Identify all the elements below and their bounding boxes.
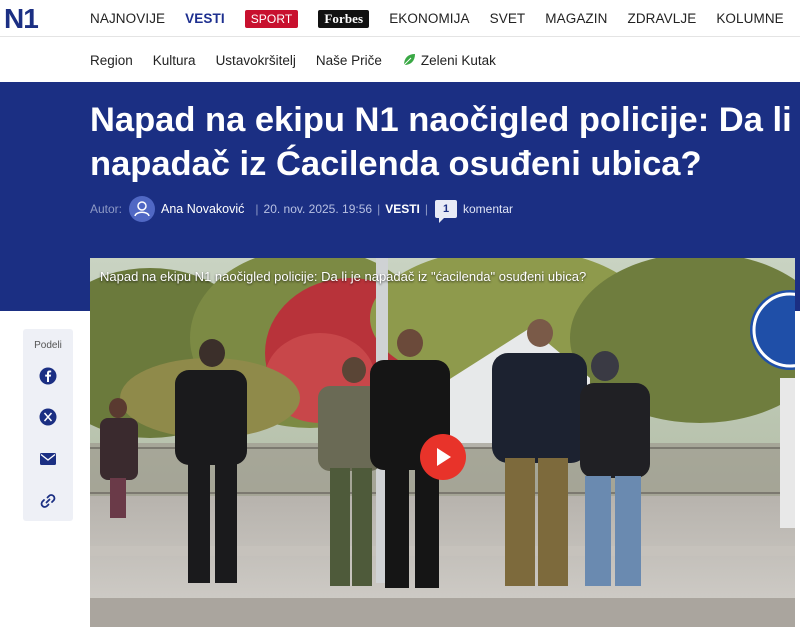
comment-count-icon: 1 (435, 200, 457, 223)
meta-divider: | (424, 202, 428, 216)
share-facebook-button[interactable] (36, 364, 60, 388)
article-meta: Autor: Ana Novaković | 20. nov. 2025. 19… (90, 194, 513, 224)
article-title-line-1: Napad na ekipu N1 naočigled policije: Da… (90, 101, 800, 139)
subnav-region[interactable]: Region (90, 53, 133, 68)
n1-logo[interactable]: N1 (4, 5, 48, 30)
top-navigation: N1 NAJNOVIJE VESTI SPORT Forbes EKONOMIJ… (0, 0, 800, 37)
author-avatar[interactable] (129, 196, 156, 222)
sub-navigation: Region Kultura Ustavokršitelj Naše Priče… (0, 38, 800, 82)
comments-link[interactable]: 1 komentar (435, 200, 514, 223)
menu-vesti[interactable]: VESTI (185, 11, 225, 26)
author-label: Autor: (90, 202, 123, 216)
leaf-icon (403, 54, 415, 66)
publish-date: 20. nov. 2025. 19:56 (263, 202, 373, 216)
author-name[interactable]: Ana Novaković (161, 202, 244, 216)
share-x-button[interactable] (36, 405, 60, 429)
share-label: Podeli (34, 340, 62, 351)
user-icon (134, 201, 150, 217)
mail-icon (40, 453, 56, 465)
subnav-zeleni-kutak-label: Zeleni Kutak (420, 52, 496, 68)
menu-najnovije[interactable]: NAJNOVIJE (90, 11, 165, 26)
menu-magazin[interactable]: MAGAZIN (545, 11, 607, 26)
x-icon (39, 408, 57, 426)
menu-ekonomija[interactable]: EKONOMIJA (389, 11, 469, 26)
menu-forbes[interactable]: Forbes (318, 9, 370, 28)
play-button[interactable] (420, 434, 466, 480)
menu-svet[interactable]: SVET (490, 11, 526, 26)
link-icon (40, 494, 56, 508)
subnav-ustavokrsitelj[interactable]: Ustavokršitelj (216, 53, 296, 68)
menu-kolumne[interactable]: KOLUMNE (716, 11, 783, 26)
article-title-line-2: napadač iz Ćacilenda osuđeni ubica? (90, 145, 702, 183)
logo-text: N1 (4, 5, 38, 30)
video-player[interactable]: Napad na ekipu N1 naočigled policije: Da… (90, 258, 795, 627)
copy-link-button[interactable] (36, 489, 60, 513)
meta-divider: | (377, 202, 381, 216)
facebook-icon (39, 367, 57, 385)
share-email-button[interactable] (36, 447, 60, 471)
article-title: Napad na ekipu N1 naočigled policije: Da… (90, 98, 800, 186)
comment-label: komentar (463, 202, 514, 216)
video-title: Napad na ekipu N1 naočigled policije: Da… (100, 269, 587, 284)
share-rail: Podeli (23, 329, 73, 521)
subnav-zeleni-kutak[interactable]: Zeleni Kutak (402, 53, 496, 68)
play-icon (437, 448, 451, 466)
subnav-kultura[interactable]: Kultura (153, 53, 196, 68)
meta-divider: | (255, 202, 259, 216)
menu-sport[interactable]: SPORT (244, 9, 299, 28)
menu-zdravlje[interactable]: ZDRAVLJE (627, 11, 696, 26)
category-link[interactable]: VESTI (385, 202, 420, 216)
subnav-nase-price[interactable]: Naše Priče (316, 53, 382, 68)
main-menu: NAJNOVIJE VESTI SPORT Forbes EKONOMIJA S… (90, 0, 800, 37)
